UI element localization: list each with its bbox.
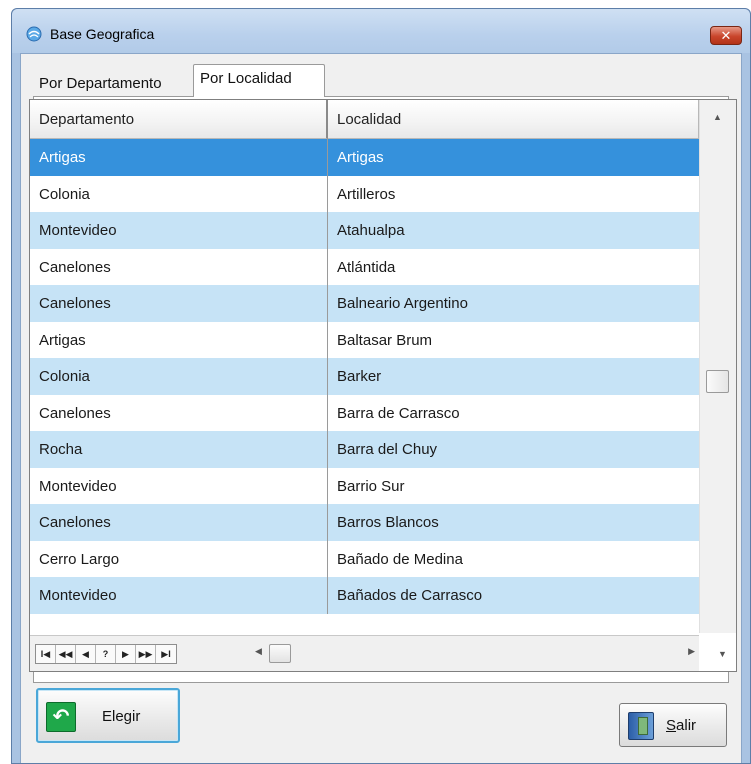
table-row[interactable]: Artigas Baltasar Brum: [30, 321, 699, 358]
table-row[interactable]: Canelones Barros Blancos: [30, 504, 699, 541]
cell-departamento: Canelones: [30, 394, 328, 431]
salir-button[interactable]: Salir: [619, 703, 727, 747]
nav-next-page-button[interactable]: ▶▶: [136, 645, 156, 663]
nav-prev-record-button[interactable]: ◀: [76, 645, 96, 663]
table-row[interactable]: Canelones Atlántida: [30, 248, 699, 285]
salir-label: Salir: [666, 717, 697, 734]
nav-first-record-button[interactable]: I◀: [36, 645, 56, 663]
cell-localidad: Atlántida: [337, 258, 396, 276]
close-button[interactable]: ✕: [710, 26, 742, 45]
table-row[interactable]: Canelones Balneario Argentino: [30, 285, 699, 322]
scroll-up-icon[interactable]: ▲: [713, 112, 722, 122]
vertical-scroll-thumb[interactable]: [706, 370, 729, 393]
cell-departamento: Cerro Largo: [30, 540, 328, 577]
cell-localidad: Baltasar Brum: [337, 331, 433, 349]
table-row[interactable]: Canelones Barra de Carrasco: [30, 394, 699, 431]
cell-departamento: Montevideo: [30, 212, 328, 249]
cell-localidad: Bañados de Carrasco: [337, 587, 483, 604]
cell-departamento: Canelones: [30, 285, 328, 322]
column-header-localidad[interactable]: Localidad: [328, 100, 699, 139]
scroll-left-icon[interactable]: ◀: [255, 646, 262, 657]
grid-rows: Artigas Artigas Colonia Artilleros Montevide…: [30, 139, 699, 614]
vertical-scrollbar[interactable]: ▲: [699, 100, 736, 633]
cell-departamento: Montevideo: [30, 467, 328, 504]
cell-departamento: Canelones: [30, 248, 328, 285]
cell-localidad: Bañado de Medina: [337, 550, 463, 568]
elegir-label: Elegir: [102, 708, 141, 725]
horizontal-scroll-thumb[interactable]: [269, 644, 291, 663]
cell-departamento: Artigas: [30, 321, 328, 358]
nav-prev-page-button[interactable]: ◀◀: [56, 645, 76, 663]
scroll-down-icon[interactable]: ▼: [718, 649, 739, 659]
title-bar[interactable]: Base Geografica ✕: [12, 9, 750, 53]
nav-next-record-button[interactable]: ▶: [116, 645, 136, 663]
nav-search-button[interactable]: ?: [96, 645, 116, 663]
return-arrow-icon: ↶: [46, 702, 76, 732]
cell-localidad: Barker: [337, 368, 382, 385]
navigator-buttons: I◀ ◀◀ ◀? ▶ ▶▶ ▶I: [35, 644, 177, 664]
table-row[interactable]: Montevideo Atahualpa: [30, 212, 699, 249]
column-header-departamento[interactable]: Departamento: [30, 100, 328, 139]
table-row[interactable]: Montevideo Barrio Sur: [30, 467, 699, 504]
grid-header: Departamento Localidad: [30, 100, 699, 139]
cell-localidad: Barra de Carrasco: [337, 404, 460, 422]
window-title: Base Geografica: [50, 26, 155, 42]
cell-departamento: Colonia: [30, 358, 328, 395]
cell-localidad: Barros Blancos: [337, 514, 439, 531]
app-globe-icon: [26, 26, 42, 42]
cell-departamento: Canelones: [30, 504, 328, 541]
localidades-grid[interactable]: Departamento Localidad Artigas Artigas Col…: [29, 99, 737, 672]
table-row[interactable]: Colonia Artilleros: [30, 175, 699, 212]
table-row[interactable]: Montevideo Bañados de Carrasco: [30, 577, 699, 614]
elegir-button[interactable]: ↶ Elegir: [36, 688, 180, 743]
cell-localidad: Barra del Chuy: [337, 441, 438, 458]
cell-localidad: Artigas: [337, 149, 384, 166]
close-icon: ✕: [720, 28, 732, 43]
table-row[interactable]: Rocha Barra del Chuy: [30, 431, 699, 468]
cell-departamento: Colonia: [30, 175, 328, 212]
nav-last-record-button[interactable]: ▶I: [156, 645, 176, 663]
tab-por-departamento[interactable]: Por Departamento: [33, 70, 168, 99]
tab-por-localidad[interactable]: Por Localidad: [193, 64, 325, 97]
cell-localidad: Balneario Argentino: [337, 295, 468, 312]
table-row[interactable]: Colonia Barker: [30, 358, 699, 395]
scroll-right-icon[interactable]: ▶: [688, 646, 695, 657]
cell-localidad: Atahualpa: [337, 222, 405, 239]
exit-door-icon: [628, 712, 654, 740]
table-row[interactable]: Artigas Artigas: [30, 139, 699, 176]
cell-departamento: Montevideo: [30, 577, 328, 614]
table-row[interactable]: Cerro Largo Bañado de Medina: [30, 540, 699, 577]
cell-localidad: Artilleros: [337, 185, 396, 203]
cell-departamento: Artigas: [30, 139, 328, 176]
cell-departamento: Rocha: [30, 431, 328, 468]
grid-navigator: I◀ ◀◀ ◀? ▶ ▶▶ ▶I ◀ ▶: [30, 635, 699, 671]
cell-localidad: Barrio Sur: [337, 477, 405, 495]
